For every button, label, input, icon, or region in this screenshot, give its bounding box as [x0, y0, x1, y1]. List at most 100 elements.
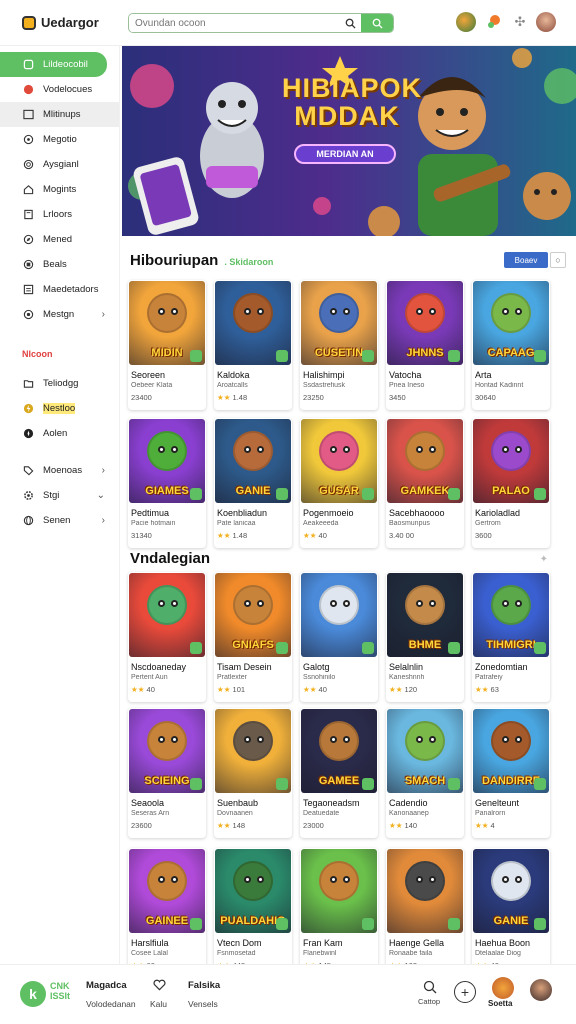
- game-meta-value: 40: [318, 531, 327, 540]
- heart-icon[interactable]: [152, 978, 166, 992]
- character-eye: [342, 445, 350, 453]
- game-thumbnail[interactable]: DANDIRRE: [473, 709, 549, 793]
- game-card[interactable]: MIDIN Seoreen Oebeer Klata 23400: [128, 280, 206, 410]
- game-card[interactable]: TIHMIGRI Zonedomtian Patrafeiy ★★ 63: [472, 572, 550, 702]
- bottom-action-label[interactable]: Cattop: [418, 997, 440, 1006]
- search-circle-icon[interactable]: [422, 979, 438, 995]
- game-card[interactable]: JHNNS Vatocha Pnea Ineso 3450: [386, 280, 464, 410]
- game-thumbnail[interactable]: MIDIN: [129, 281, 205, 365]
- sidebar-item-category-8[interactable]: Mestgn ›: [0, 302, 119, 327]
- bottom-bar: k CNK ISSIt Magadca Volodedanan Kalu Fal…: [0, 964, 576, 1024]
- sidebar-item-label: Teliodgg: [43, 378, 79, 389]
- game-card[interactable]: DANDIRRE Genelteunt Panalrorn ★★ 4: [472, 708, 550, 838]
- game-card[interactable]: Kaldoka Aroatcalls ★★ 1.48: [214, 280, 292, 410]
- game-thumbnail[interactable]: PUALDAHIO: [215, 849, 291, 933]
- game-thumbnail[interactable]: GANIE: [473, 849, 549, 933]
- sidebar-item-category-4[interactable]: Lrloors: [0, 202, 119, 227]
- sidebar-item-more-3[interactable]: Senen ›: [0, 508, 119, 533]
- game-thumbnail[interactable]: JHNNS: [387, 281, 463, 365]
- game-thumbnail[interactable]: [301, 849, 377, 933]
- game-thumbnail[interactable]: CUSETIN: [301, 281, 377, 365]
- game-thumbnail[interactable]: GAINEE: [129, 849, 205, 933]
- logo[interactable]: Uedargor: [22, 15, 122, 30]
- game-thumbnail[interactable]: GAMEE: [301, 709, 377, 793]
- game-thumbnail[interactable]: GAMKEK: [387, 419, 463, 503]
- puzzle-icon[interactable]: ✣: [512, 14, 528, 30]
- add-icon[interactable]: +: [454, 981, 476, 1003]
- game-card[interactable]: Galotg Ssnohinilo ★★ 40: [300, 572, 378, 702]
- game-card[interactable]: GAINEEHarslfiulaCosee Lalal★★ 60: [128, 848, 206, 978]
- game-card[interactable]: PALAO Karioladlad Gertrom 3600: [472, 418, 550, 548]
- sidebar-item-category-5[interactable]: Mened: [0, 227, 119, 252]
- game-thumbnail[interactable]: GNIAFS: [215, 573, 291, 657]
- bottom-logo[interactable]: k: [20, 981, 46, 1007]
- sidebar-section-title: Nlcoon: [22, 349, 53, 359]
- sidebar-item-new[interactable]: Nestloo: [0, 396, 119, 421]
- sidebar-item-home[interactable]: Lildeocobil: [0, 52, 107, 77]
- game-card[interactable]: GANIEHaehua BoonDtelaalae Diog★★ 40: [472, 848, 550, 978]
- profile-avatar[interactable]: [530, 979, 552, 1001]
- sidebar-item-action[interactable]: Aolen: [0, 421, 119, 446]
- sidebar-item-trending[interactable]: Teliodgg: [0, 371, 119, 396]
- hero-banner[interactable]: HIBIAPOK MDDAK MERDIAN AN: [122, 46, 576, 236]
- game-thumbnail[interactable]: CAPAAG: [473, 281, 549, 365]
- more-options-button[interactable]: ○: [550, 252, 566, 268]
- bottom-nav-sub-1[interactable]: Volodedanan: [86, 999, 136, 1009]
- sidebar-item-videos[interactable]: Vodelocues: [0, 77, 119, 102]
- game-card[interactable]: GNIAFS Tisam Desein Pratlexter ★★ 101: [214, 572, 292, 702]
- bottom-nav-sub-3[interactable]: Vensels: [188, 999, 218, 1009]
- trophy-icon[interactable]: [484, 12, 504, 32]
- sidebar-item-category-2[interactable]: Aysgianl: [0, 152, 119, 177]
- sidebar-item-category-6[interactable]: Beals: [0, 252, 119, 277]
- game-subtitle: Cosee Lalal: [131, 950, 168, 957]
- game-card[interactable]: Fran KamFlanebwinl★★ 145: [300, 848, 378, 978]
- game-thumbnail[interactable]: GANIE: [215, 419, 291, 503]
- game-card[interactable]: CUSETIN Halishimpi Ssdastrefiusk 23250: [300, 280, 378, 410]
- bottom-nav-title-3[interactable]: Falsika: [188, 980, 220, 991]
- bottom-avatar-label[interactable]: Soetta: [488, 999, 512, 1008]
- game-card[interactable]: PUALDAHIOVtecn DomFsnmosetad★★ 448: [214, 848, 292, 978]
- hero-cta-button[interactable]: MERDIAN AN: [294, 144, 396, 164]
- bottom-nav-sub-2[interactable]: Kalu: [150, 999, 167, 1009]
- game-card[interactable]: Haenge GellaRonaabe faila★★ 102: [386, 848, 464, 978]
- game-card[interactable]: GUSAR Pogenmoeio Aeakeeeda ★★ 40: [300, 418, 378, 548]
- game-card[interactable]: Nscdoaneday Pertent Aun ★★ 40: [128, 572, 206, 702]
- game-card[interactable]: GAMKEK Sacebhaoooo Baosmunpus 3.40 00: [386, 418, 464, 548]
- sidebar-item-category-1[interactable]: Megotio: [0, 127, 119, 152]
- game-card[interactable]: SMACH Cadendio Kanonaanep ★★ 140: [386, 708, 464, 838]
- character-art: [405, 860, 445, 901]
- sidebar-item-more-1[interactable]: Moenoas ›: [0, 458, 119, 483]
- search-input[interactable]: [129, 14, 339, 32]
- game-thumbnail[interactable]: [129, 573, 205, 657]
- game-thumbnail[interactable]: SCIEING: [129, 709, 205, 793]
- sidebar-item-multiplayer[interactable]: Mlitinups: [0, 102, 119, 127]
- mascot-avatar[interactable]: [492, 977, 514, 999]
- game-thumbnail[interactable]: TIHMIGRI: [473, 573, 549, 657]
- game-thumbnail[interactable]: SMACH: [387, 709, 463, 793]
- sidebar-item-category-3[interactable]: Mogints: [0, 177, 119, 202]
- character-eye: [428, 445, 436, 453]
- game-card[interactable]: CAPAAG Arta Hontad Kadinnt 30640: [472, 280, 550, 410]
- game-thumbnail[interactable]: BHME: [387, 573, 463, 657]
- game-thumbnail[interactable]: [215, 709, 291, 793]
- game-card[interactable]: BHME Selalnlin Kaneshnnh ★★ 120: [386, 572, 464, 702]
- view-all-button[interactable]: Boaev: [504, 252, 548, 268]
- sidebar-item-category-7[interactable]: Maedetadors: [0, 277, 119, 302]
- sidebar-item-more-2[interactable]: Stgi ⌄: [0, 483, 119, 508]
- game-card[interactable]: GAMEE Tegaoneadsm Deatuedate 23000: [300, 708, 378, 838]
- search-icon[interactable]: [339, 14, 361, 32]
- game-card[interactable]: GIAMES Pedtimua Pacie hotmain 31340: [128, 418, 206, 548]
- game-avatar-icon[interactable]: [456, 12, 476, 32]
- game-thumbnail[interactable]: PALAO: [473, 419, 549, 503]
- game-thumbnail[interactable]: GIAMES: [129, 419, 205, 503]
- user-avatar[interactable]: [536, 12, 556, 32]
- game-card[interactable]: GANIE Koenbliadun Pate lanicaa ★★ 1.48: [214, 418, 292, 548]
- search-submit-button[interactable]: [361, 14, 393, 32]
- game-card[interactable]: SCIEING Seaoola Seseras Arn 23600: [128, 708, 206, 838]
- bottom-nav-title-1[interactable]: Magadca: [86, 980, 127, 991]
- game-card[interactable]: Suenbaub Dovnaanen ★★ 148: [214, 708, 292, 838]
- game-thumbnail[interactable]: [301, 573, 377, 657]
- game-thumbnail[interactable]: [387, 849, 463, 933]
- game-thumbnail[interactable]: GUSAR: [301, 419, 377, 503]
- game-thumbnail[interactable]: [215, 281, 291, 365]
